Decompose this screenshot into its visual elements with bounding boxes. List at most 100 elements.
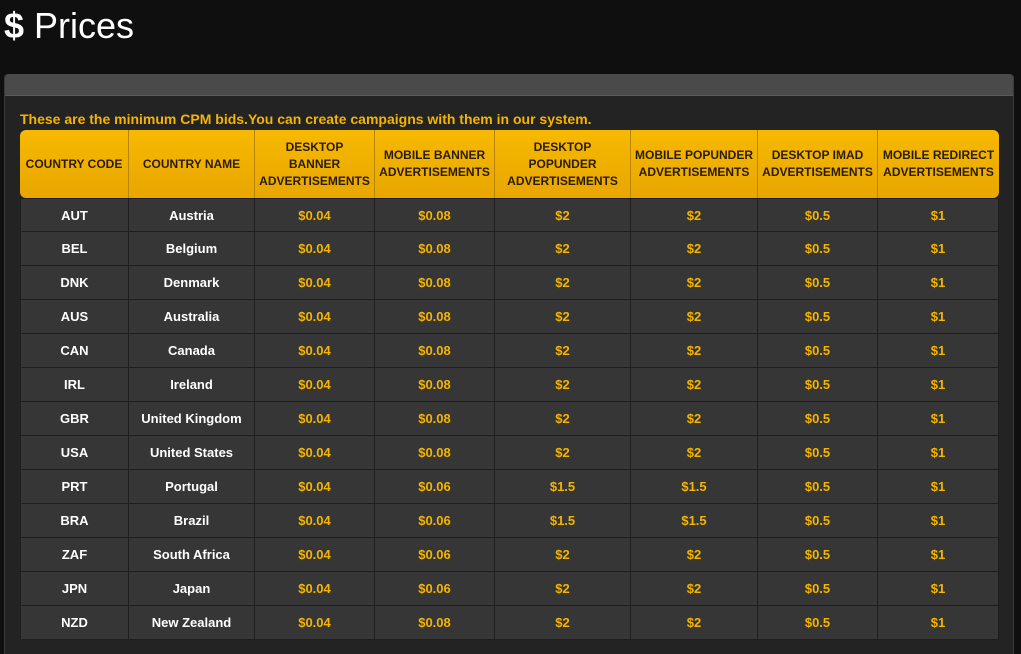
price-cell: $2 bbox=[631, 232, 758, 266]
price-cell: $0.08 bbox=[375, 436, 495, 470]
price-cell: $0.08 bbox=[375, 300, 495, 334]
country-name-cell: Denmark bbox=[129, 266, 255, 300]
price-cell: $0.5 bbox=[758, 436, 878, 470]
country-name-cell: United States bbox=[129, 436, 255, 470]
price-cell: $2 bbox=[631, 334, 758, 368]
price-cell: $0.5 bbox=[758, 232, 878, 266]
price-cell: $1 bbox=[878, 232, 999, 266]
price-cell: $0.08 bbox=[375, 232, 495, 266]
table-header-row: COUNTRY CODE COUNTRY NAME DESKTOP BANNER A… bbox=[20, 130, 999, 198]
table-row: USA United States $0.04 $0.08 $2 $2 $0.5 $1 bbox=[20, 436, 999, 470]
country-code-cell: ZAF bbox=[20, 538, 129, 572]
price-cell: $2 bbox=[495, 436, 631, 470]
country-code-cell: BRA bbox=[20, 504, 129, 538]
price-cell: $0.08 bbox=[375, 368, 495, 402]
country-code-cell: DNK bbox=[20, 266, 129, 300]
column-header: MOBILE BANNER ADVERTISEMENTS bbox=[375, 130, 495, 198]
country-code-cell: AUS bbox=[20, 300, 129, 334]
price-cell: $0.06 bbox=[375, 538, 495, 572]
country-name-cell: United Kingdom bbox=[129, 402, 255, 436]
price-cell: $2 bbox=[631, 300, 758, 334]
price-cell: $1 bbox=[878, 266, 999, 300]
price-cell: $0.5 bbox=[758, 368, 878, 402]
price-cell: $1 bbox=[878, 504, 999, 538]
country-name-cell: Brazil bbox=[129, 504, 255, 538]
price-cell: $2 bbox=[495, 538, 631, 572]
cpm-note: These are the minimum CPM bids.You can c… bbox=[20, 111, 592, 127]
price-cell: $0.5 bbox=[758, 334, 878, 368]
price-cell: $1.5 bbox=[495, 470, 631, 504]
country-name-cell: South Africa bbox=[129, 538, 255, 572]
table-row: PRT Portugal $0.04 $0.06 $1.5 $1.5 $0.5 $1 bbox=[20, 470, 999, 504]
price-cell: $0.5 bbox=[758, 572, 878, 606]
price-cell: $0.04 bbox=[255, 198, 375, 232]
price-cell: $0.04 bbox=[255, 470, 375, 504]
column-header: COUNTRY CODE bbox=[20, 130, 129, 198]
country-name-cell: Australia bbox=[129, 300, 255, 334]
page-title-text: Prices bbox=[34, 5, 135, 46]
price-cell: $0.04 bbox=[255, 232, 375, 266]
price-cell: $1 bbox=[878, 300, 999, 334]
column-header: COUNTRY NAME bbox=[129, 130, 255, 198]
price-cell: $2 bbox=[495, 572, 631, 606]
table-body: AUT Austria $0.04 $0.08 $2 $2 $0.5 $1 BEL Belgium… bbox=[20, 198, 999, 640]
country-name-cell: New Zealand bbox=[129, 606, 255, 640]
price-cell: $0.06 bbox=[375, 504, 495, 538]
price-cell: $0.5 bbox=[758, 470, 878, 504]
table-row: JPN Japan $0.04 $0.06 $2 $2 $0.5 $1 bbox=[20, 572, 999, 606]
price-cell: $1 bbox=[878, 402, 999, 436]
price-cell: $0.5 bbox=[758, 198, 878, 232]
column-header: DESKTOP BANNER ADVERTISEMENTS bbox=[255, 130, 375, 198]
price-cell: $2 bbox=[631, 436, 758, 470]
price-cell: $0.04 bbox=[255, 572, 375, 606]
price-cell: $0.04 bbox=[255, 368, 375, 402]
price-cell: $1 bbox=[878, 538, 999, 572]
country-code-cell: GBR bbox=[20, 402, 129, 436]
price-cell: $2 bbox=[495, 606, 631, 640]
price-cell: $0.5 bbox=[758, 266, 878, 300]
country-name-cell: Austria bbox=[129, 198, 255, 232]
table-row: NZD New Zealand $0.04 $0.08 $2 $2 $0.5 $1 bbox=[20, 606, 999, 640]
table-row: AUS Australia $0.04 $0.08 $2 $2 $0.5 $1 bbox=[20, 300, 999, 334]
price-cell: $0.08 bbox=[375, 402, 495, 436]
table-row: DNK Denmark $0.04 $0.08 $2 $2 $0.5 $1 bbox=[20, 266, 999, 300]
prices-table: COUNTRY CODE COUNTRY NAME DESKTOP BANNER A… bbox=[20, 130, 999, 640]
table-row: AUT Austria $0.04 $0.08 $2 $2 $0.5 $1 bbox=[20, 198, 999, 232]
price-cell: $0.5 bbox=[758, 538, 878, 572]
price-cell: $2 bbox=[631, 402, 758, 436]
price-cell: $0.5 bbox=[758, 300, 878, 334]
price-cell: $0.5 bbox=[758, 402, 878, 436]
price-cell: $2 bbox=[495, 300, 631, 334]
table-row: CAN Canada $0.04 $0.08 $2 $2 $0.5 $1 bbox=[20, 334, 999, 368]
prices-panel: These are the minimum CPM bids.You can c… bbox=[4, 74, 1014, 654]
country-code-cell: CAN bbox=[20, 334, 129, 368]
price-cell: $2 bbox=[495, 368, 631, 402]
price-cell: $0.04 bbox=[255, 402, 375, 436]
price-cell: $0.04 bbox=[255, 538, 375, 572]
table-row: IRL Ireland $0.04 $0.08 $2 $2 $0.5 $1 bbox=[20, 368, 999, 402]
country-code-cell: NZD bbox=[20, 606, 129, 640]
table-row: GBR United Kingdom $0.04 $0.08 $2 $2 $0.5 $1 bbox=[20, 402, 999, 436]
price-cell: $2 bbox=[631, 538, 758, 572]
price-cell: $2 bbox=[631, 368, 758, 402]
price-cell: $1 bbox=[878, 368, 999, 402]
price-cell: $1.5 bbox=[631, 504, 758, 538]
price-cell: $1 bbox=[878, 436, 999, 470]
price-cell: $2 bbox=[495, 402, 631, 436]
price-cell: $0.08 bbox=[375, 606, 495, 640]
column-header: MOBILE POPUNDER ADVERTISEMENTS bbox=[631, 130, 758, 198]
price-cell: $1 bbox=[878, 198, 999, 232]
price-cell: $0.06 bbox=[375, 470, 495, 504]
country-code-cell: IRL bbox=[20, 368, 129, 402]
table-row: BEL Belgium $0.04 $0.08 $2 $2 $0.5 $1 bbox=[20, 232, 999, 266]
price-cell: $0.04 bbox=[255, 436, 375, 470]
price-cell: $0.04 bbox=[255, 334, 375, 368]
dollar-icon: $ bbox=[4, 5, 25, 46]
country-name-cell: Ireland bbox=[129, 368, 255, 402]
country-name-cell: Canada bbox=[129, 334, 255, 368]
price-cell: $0.5 bbox=[758, 606, 878, 640]
country-code-cell: JPN bbox=[20, 572, 129, 606]
price-cell: $2 bbox=[495, 198, 631, 232]
table-row: BRA Brazil $0.04 $0.06 $1.5 $1.5 $0.5 $1 bbox=[20, 504, 999, 538]
country-name-cell: Japan bbox=[129, 572, 255, 606]
